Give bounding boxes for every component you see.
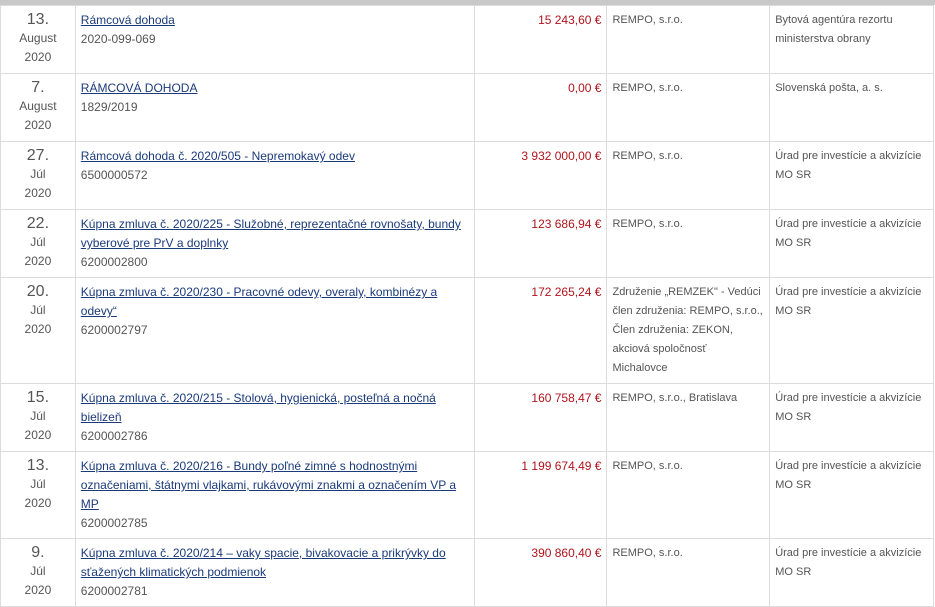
contract-title-link[interactable]: Rámcová dohoda č. 2020/505 - Nepremokavý…	[81, 149, 355, 163]
contract-title-link[interactable]: Kúpna zmluva č. 2020/225 - Služobné, rep…	[81, 217, 461, 250]
title-cell: Kúpna zmluva č. 2020/225 - Služobné, rep…	[74, 209, 476, 278]
date-year: 2020	[24, 496, 52, 510]
contract-title-link[interactable]: Kúpna zmluva č. 2020/215 - Stolová, hygi…	[81, 391, 436, 424]
contract-amount: 160 758,47 €	[474, 383, 608, 452]
date-cell: 27. Júl 2020	[0, 141, 76, 210]
contract-title-link[interactable]: Kúpna zmluva č. 2020/214 – vaky spacie, …	[81, 546, 446, 579]
date-year: 2020	[24, 583, 52, 597]
date-day: 13.	[26, 11, 50, 28]
supplier-name: REMPO, s.r.o.	[606, 451, 771, 539]
contract-code: 6200002797	[80, 323, 148, 337]
contract-code: 2020-099-069	[80, 32, 156, 46]
date-day: 22.	[26, 215, 50, 232]
supplier-name: REMPO, s.r.o.	[606, 538, 771, 607]
date-month: Júl	[30, 564, 46, 578]
date-day: 7.	[31, 79, 45, 96]
date-year: 2020	[24, 322, 52, 336]
supplier-name: REMPO, s.r.o.	[606, 73, 771, 142]
contract-title-link[interactable]: Kúpna zmluva č. 2020/216 - Bundy poľné z…	[81, 459, 456, 511]
customer-name: Bytová agentúra rezortu ministerstva obr…	[769, 5, 934, 74]
contract-amount: 1 199 674,49 €	[474, 451, 608, 539]
supplier-name: REMPO, s.r.o.	[606, 5, 771, 74]
date-month: Júl	[30, 167, 46, 181]
date-month: Júl	[30, 409, 46, 423]
table-row: 9. Júl 2020 Kúpna zmluva č. 2020/214 – vak…	[0, 538, 934, 607]
contract-code: 6200002781	[80, 584, 148, 598]
customer-name: Úrad pre investície a akvizície MO SR	[769, 451, 934, 539]
date-month: Júl	[30, 235, 46, 249]
title-cell: Rámcová dohoda 2020-099-069	[74, 5, 476, 74]
customer-name: Úrad pre investície a akvizície MO SR	[769, 383, 934, 452]
contract-code: 6200002785	[80, 516, 148, 530]
contract-amount: 123 686,94 €	[474, 209, 608, 278]
supplier-name: REMPO, s.r.o., Bratislava	[606, 383, 771, 452]
date-cell: 7. August 2020	[0, 73, 76, 142]
contract-code: 6200002800	[80, 255, 148, 269]
title-cell: Kúpna zmluva č. 2020/214 – vaky spacie, …	[74, 538, 476, 607]
table-row: 22. Júl 2020 Kúpna zmluva č. 2020/225 - Sl…	[0, 209, 934, 278]
date-day: 27.	[26, 147, 50, 164]
contract-amount: 390 860,40 €	[474, 538, 608, 607]
table-row: 7. August 2020 RÁMCOVÁ DOHODA 1829/2019 0,0…	[0, 73, 934, 142]
supplier-name: REMPO, s.r.o.	[606, 209, 771, 278]
title-cell: Rámcová dohoda č. 2020/505 - Nepremokavý…	[74, 141, 476, 210]
date-day: 20.	[26, 283, 50, 300]
contract-code: 6500000572	[80, 168, 148, 182]
contract-amount: 0,00 €	[474, 73, 608, 142]
date-year: 2020	[24, 50, 52, 64]
date-day: 9.	[31, 544, 45, 561]
table-row: 15. Júl 2020 Kúpna zmluva č. 2020/215 - St…	[0, 383, 934, 452]
date-year: 2020	[24, 254, 52, 268]
contract-title-link[interactable]: RÁMCOVÁ DOHODA	[81, 81, 198, 95]
date-year: 2020	[24, 428, 52, 442]
table-row: 20. Júl 2020 Kúpna zmluva č. 2020/230 - Pr…	[0, 277, 934, 384]
table-row: 13. August 2020 Rámcová dohoda 2020-099-069…	[0, 5, 934, 74]
supplier-name: Združenie „REMZEK" - Vedúci člen združen…	[606, 277, 771, 384]
customer-name: Úrad pre investície a akvizície MO SR	[769, 209, 934, 278]
date-year: 2020	[24, 186, 52, 200]
contract-amount: 3 932 000,00 €	[474, 141, 608, 210]
contract-code: 6200002786	[80, 429, 148, 443]
supplier-name: REMPO, s.r.o.	[606, 141, 771, 210]
date-month: August	[19, 99, 57, 113]
title-cell: Kúpna zmluva č. 2020/216 - Bundy poľné z…	[74, 451, 476, 539]
date-month: Júl	[30, 477, 46, 491]
customer-name: Úrad pre investície a akvizície MO SR	[769, 141, 934, 210]
customer-name: Slovenská pošta, a. s.	[769, 73, 934, 142]
date-cell: 13. Júl 2020	[0, 451, 76, 539]
customer-name: Úrad pre investície a akvizície MO SR	[769, 277, 934, 384]
contract-code: 1829/2019	[80, 100, 138, 114]
date-year: 2020	[24, 118, 52, 132]
contracts-table: 13. August 2020 Rámcová dohoda 2020-099-069…	[0, 5, 934, 607]
title-cell: Kúpna zmluva č. 2020/215 - Stolová, hygi…	[74, 383, 476, 452]
date-cell: 13. August 2020	[0, 5, 76, 74]
table-row: 27. Júl 2020 Rámcová dohoda č. 2020/505 - …	[0, 141, 934, 210]
customer-name: Úrad pre investície a akvizície MO SR	[769, 538, 934, 607]
contract-amount: 15 243,60 €	[474, 5, 608, 74]
date-cell: 20. Júl 2020	[0, 277, 76, 384]
title-cell: Kúpna zmluva č. 2020/230 - Pracovné odev…	[74, 277, 476, 384]
date-cell: 9. Júl 2020	[0, 538, 76, 607]
contract-amount: 172 265,24 €	[474, 277, 608, 384]
date-day: 15.	[26, 389, 50, 406]
date-cell: 22. Júl 2020	[0, 209, 76, 278]
date-month: Júl	[30, 303, 46, 317]
date-day: 13.	[26, 457, 50, 474]
date-month: August	[19, 31, 57, 45]
title-cell: RÁMCOVÁ DOHODA 1829/2019	[74, 73, 476, 142]
table-row: 13. Júl 2020 Kúpna zmluva č. 2020/216 - Bu…	[0, 451, 934, 539]
contract-title-link[interactable]: Rámcová dohoda	[81, 13, 175, 27]
contract-title-link[interactable]: Kúpna zmluva č. 2020/230 - Pracovné odev…	[81, 285, 437, 318]
date-cell: 15. Júl 2020	[0, 383, 76, 452]
